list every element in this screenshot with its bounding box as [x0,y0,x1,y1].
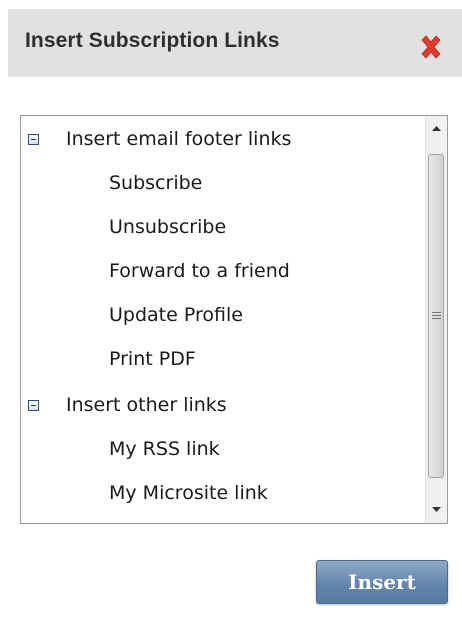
scroll-up-arrow-icon[interactable] [426,118,447,140]
tree-item-update-profile[interactable]: Update Profile [109,298,243,332]
tree-group-other-links[interactable]: Insert other links [66,388,227,422]
scrollbar-thumb[interactable] [428,154,444,478]
collapse-toggle-other-links-icon[interactable] [28,400,39,411]
tree-item-forward-to-friend[interactable]: Forward to a friend [109,254,290,288]
dialog-title: Insert Subscription Links [25,29,280,52]
vertical-scrollbar[interactable] [425,116,447,523]
link-tree: Insert email footer links Subscribe Unsu… [21,116,425,523]
tree-group-email-footer[interactable]: Insert email footer links [66,122,291,156]
tree-item-rss-link[interactable]: My RSS link [109,432,220,466]
collapse-toggle-email-footer-icon[interactable] [28,134,39,145]
tree-item-print-pdf[interactable]: Print PDF [109,342,196,376]
tree-item-microsite-link[interactable]: My Microsite link [109,476,268,510]
dialog-titlebar: Insert Subscription Links [8,9,462,77]
insert-button[interactable]: Insert [316,560,448,604]
link-tree-panel: Insert email footer links Subscribe Unsu… [20,115,448,524]
tree-item-subscribe[interactable]: Subscribe [109,166,202,200]
tree-item-unsubscribe[interactable]: Unsubscribe [109,210,226,244]
close-icon[interactable] [418,34,444,60]
scroll-down-arrow-icon[interactable] [426,499,447,521]
grip-icon [432,312,441,321]
